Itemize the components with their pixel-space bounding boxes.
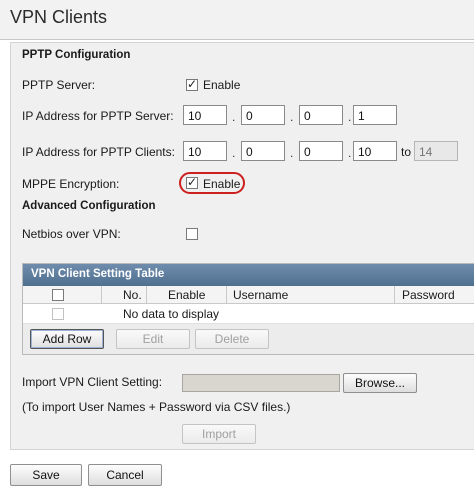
edit-button[interactable]: Edit [116, 329, 190, 349]
import-file-path-field[interactable] [182, 374, 340, 392]
import-csv-note: (To import User Names + Password via CSV… [22, 400, 291, 414]
ip-dot: . [348, 146, 352, 160]
column-divider [394, 286, 395, 304]
pptp-clients-ip-label: IP Address for PPTP Clients: [22, 145, 175, 159]
column-header-password: Password [402, 288, 455, 302]
import-button[interactable]: Import [182, 424, 256, 444]
pptp-server-label: PPTP Server: [22, 78, 96, 92]
column-divider [226, 286, 227, 304]
table-empty-row: No data to display [23, 304, 474, 324]
browse-button[interactable]: Browse... [343, 373, 417, 393]
pptp-server-ip-octet-2[interactable]: 0 [241, 105, 285, 125]
delete-button[interactable]: Delete [195, 329, 269, 349]
pptp-clients-ip-octet-4[interactable]: 10 [353, 141, 397, 161]
add-row-button[interactable]: Add Row [30, 329, 104, 349]
ip-dot: . [232, 146, 236, 160]
pptp-server-ip-octet-1[interactable]: 10 [183, 105, 227, 125]
row-checkbox [52, 308, 64, 320]
cancel-button[interactable]: Cancel [88, 464, 162, 486]
settings-panel: PPTP Configuration PPTP Server: Enable I… [10, 42, 474, 450]
column-divider [101, 286, 102, 304]
column-header-enable: Enable [168, 288, 206, 302]
pptp-server-ip-octet-4[interactable]: 1 [353, 105, 397, 125]
table-header-row: No. Enable Username Password [23, 286, 474, 304]
ip-dot: . [232, 110, 236, 124]
page-title: VPN Clients [10, 7, 108, 27]
pptp-clients-ip-octet-2[interactable]: 0 [241, 141, 285, 161]
vpn-client-setting-table: VPN Client Setting Table No. Enable User… [22, 263, 474, 355]
import-vpn-client-setting-label: Import VPN Client Setting: [22, 375, 163, 389]
pptp-clients-ip-octet-3[interactable]: 0 [299, 141, 343, 161]
page-header: VPN Clients [0, 0, 474, 40]
netbios-over-vpn-label: Netbios over VPN: [22, 227, 121, 241]
select-all-checkbox[interactable] [52, 289, 64, 301]
pptp-server-ip-label: IP Address for PPTP Server: [22, 109, 174, 123]
column-divider [146, 286, 147, 304]
mppe-encryption-enable-label: Enable [203, 177, 241, 191]
ip-range-to-label: to [401, 145, 412, 159]
pptp-server-enable-checkbox[interactable] [186, 77, 198, 91]
table-button-row: Add Row Edit Delete [23, 324, 474, 354]
ip-dot: . [290, 146, 294, 160]
advanced-configuration-heading: Advanced Configuration [22, 200, 156, 212]
table-title: VPN Client Setting Table [31, 268, 165, 280]
netbios-over-vpn-checkbox[interactable] [186, 228, 198, 240]
mppe-encryption-enable-checkbox[interactable] [186, 175, 198, 189]
pptp-server-enable-label: Enable [203, 78, 241, 92]
column-header-username: Username [233, 288, 289, 302]
table-empty-message: No data to display [123, 307, 220, 321]
column-header-no: No. [123, 288, 142, 302]
ip-dot: . [348, 110, 352, 124]
ip-dot: . [290, 110, 294, 124]
pptp-clients-ip-range-end: 14 [414, 141, 458, 161]
pptp-clients-ip-octet-1[interactable]: 10 [183, 141, 227, 161]
pptp-server-ip-octet-3[interactable]: 0 [299, 105, 343, 125]
save-button[interactable]: Save [10, 464, 82, 486]
pptp-configuration-heading: PPTP Configuration [22, 49, 131, 61]
table-title-bar: VPN Client Setting Table [23, 264, 474, 286]
mppe-encryption-label: MPPE Encryption: [22, 177, 120, 191]
